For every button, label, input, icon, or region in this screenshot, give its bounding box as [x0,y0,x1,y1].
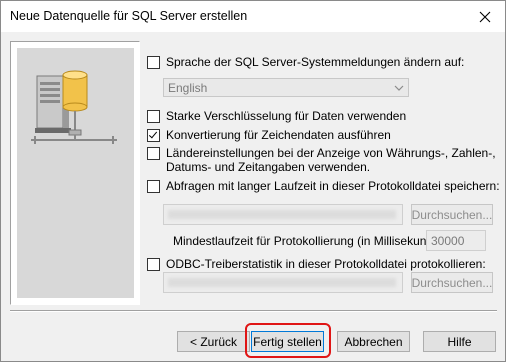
regional-settings-label-line2: Datums- und Zeitangaben verwenden. [166,160,371,174]
wizard-graphic-panel [10,41,140,305]
regional-settings-checkbox[interactable] [147,147,160,160]
option-regional-settings[interactable]: Ländereinstellungen bei der Anzeige von … [147,146,496,174]
chevron-down-icon [394,85,404,91]
min-runtime-input[interactable]: 30000 [426,230,486,251]
long-queries-checkbox[interactable] [147,180,160,193]
dialog-window: Neue Datenquelle für SQL Server erstelle… [0,0,506,362]
language-select-value: English [168,80,208,95]
long-queries-browse-button[interactable]: Durchsuchen... [411,204,493,225]
regional-settings-label-line1: Ländereinstellungen bei der Anzeige von … [166,146,496,160]
long-queries-label: Abfragen mit langer Laufzeit in dieser P… [166,179,500,193]
min-runtime-label: Mindestlaufzeit für Protokollierung (in … [173,234,454,248]
character-conversion-label: Konvertierung für Zeichendaten ausführen [166,128,391,142]
stats-path-redacted [168,278,396,287]
strong-encryption-checkbox[interactable] [147,110,160,123]
language-label: Sprache der SQL Server-Systemmeldungen ä… [166,55,465,69]
close-icon [479,11,491,22]
option-strong-encryption[interactable]: Starke Verschlüsselung für Daten verwend… [147,109,406,123]
option-odbc-stats[interactable]: ODBC-Treiberstatistik in dieser Protokol… [147,257,486,271]
back-button[interactable]: < Zurück [177,331,250,352]
option-character-conversion[interactable]: Konvertierung für Zeichendaten ausführen [147,128,391,142]
title-bar: Neue Datenquelle für SQL Server erstelle… [1,1,505,32]
window-title: Neue Datenquelle für SQL Server erstelle… [10,9,248,23]
database-server-icon [31,70,117,144]
strong-encryption-label: Starke Verschlüsselung für Daten verwend… [166,109,407,123]
finish-button[interactable]: Fertig stellen [251,331,324,352]
wizard-graphic [17,48,134,298]
button-separator [10,310,497,312]
option-long-queries[interactable]: Abfragen mit langer Laufzeit in dieser P… [147,179,500,193]
cancel-button[interactable]: Abbrechen [337,331,410,352]
odbc-stats-label: ODBC-Treiberstatistik in dieser Protokol… [166,257,486,271]
odbc-stats-logfile-input[interactable] [163,272,403,293]
logfile-path-redacted [168,210,396,219]
language-checkbox[interactable] [147,56,160,69]
regional-settings-label: Ländereinstellungen bei der Anzeige von … [166,146,496,174]
character-conversion-checkbox[interactable] [147,129,160,142]
option-language[interactable]: Sprache der SQL Server-Systemmeldungen ä… [147,55,464,69]
long-queries-logfile-input[interactable] [163,204,403,225]
odbc-stats-browse-button[interactable]: Durchsuchen... [411,272,493,293]
help-button[interactable]: Hilfe [423,331,496,352]
close-button[interactable] [465,1,505,32]
odbc-stats-checkbox[interactable] [147,258,160,271]
language-select[interactable]: English [163,78,409,97]
